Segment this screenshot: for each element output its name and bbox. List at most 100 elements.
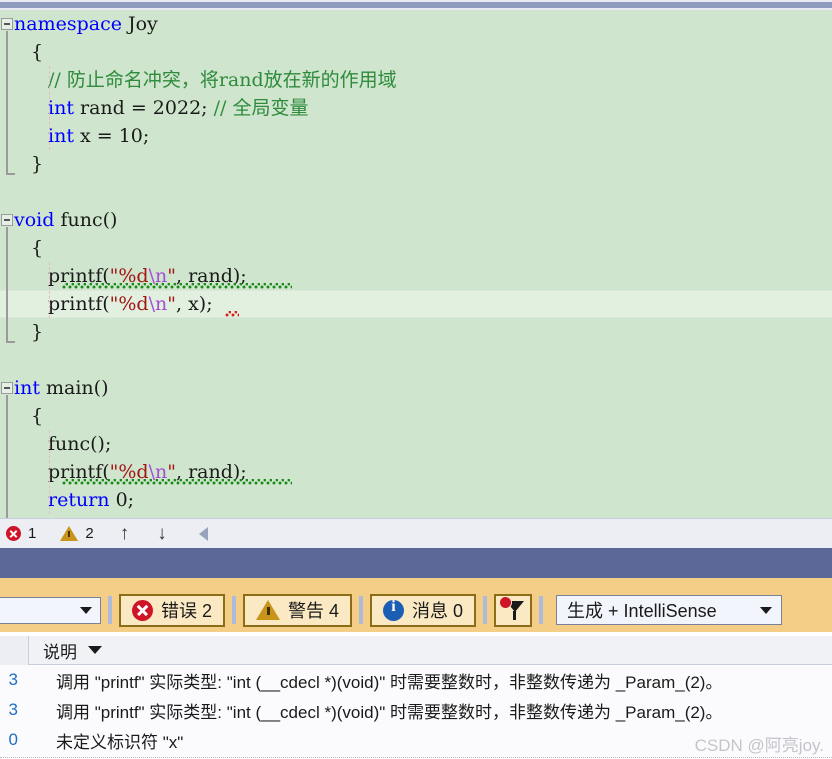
code-token: \n [148, 293, 168, 315]
column-header-description-label: 说明 [43, 642, 77, 662]
error-squiggle [225, 311, 239, 317]
code-line-text: } [31, 153, 43, 175]
row-description: 未定义标识符 "x" [56, 732, 184, 752]
row-error-code: 3 [8, 670, 18, 689]
row-error-code: 3 [8, 700, 18, 719]
code-token: Joy [128, 13, 158, 35]
code-token: rand = 2022; [73, 97, 214, 119]
code-line[interactable]: void func() [0, 206, 397, 234]
fold-collapse-icon[interactable] [1, 382, 13, 394]
bottom-divider [0, 757, 832, 758]
code-editor[interactable]: namespace Joy{// 防止命名冲突，将rand放在新的作用域 int … [0, 10, 832, 518]
code-line-text: { [31, 405, 43, 427]
code-line-text: int x = 10; [48, 125, 149, 147]
table-row[interactable]: 3 调用 "printf" 实际类型: "int (__cdecl *)(void… [0, 665, 832, 695]
code-line[interactable]: } [0, 150, 397, 178]
code-token: } [31, 321, 44, 343]
code-line-text: // 防止命名冲突，将rand放在新的作用域 [48, 69, 397, 91]
code-token: { [31, 405, 44, 427]
warnings-filter-label: 警告 4 [288, 601, 340, 621]
code-line[interactable] [0, 178, 397, 206]
fold-collapse-icon[interactable] [1, 214, 13, 226]
code-line-text: int rand = 2022; // 全局变量 [48, 97, 308, 119]
errors-filter-label: 错误 2 [161, 601, 213, 621]
block-structure-guide [6, 227, 15, 343]
code-token: func(); [48, 433, 112, 455]
block-structure-guide [6, 31, 15, 175]
source-code[interactable]: namespace Joy{// 防止命名冲突，将rand放在新的作用域 int … [0, 10, 397, 518]
code-line[interactable]: { [0, 234, 397, 262]
code-line[interactable]: namespace Joy [0, 10, 397, 38]
toolbar-separator [483, 596, 488, 624]
funnel-stem-icon [513, 610, 517, 620]
messages-filter-label: 消息 0 [412, 601, 464, 621]
column-header-description[interactable]: 说明 [29, 638, 102, 663]
chevron-left-icon[interactable] [198, 526, 208, 541]
error-list-toolbar: 错误 2 警告 4 消息 0 生成 + IntelliSense [0, 588, 832, 632]
code-line[interactable]: printf("%d\n", x); [0, 290, 397, 318]
code-token: "%d [109, 293, 149, 315]
toolbar-separator [108, 596, 112, 624]
chevron-down-icon[interactable] [88, 646, 102, 654]
code-line-text: return 0; [48, 489, 134, 511]
chevron-down-icon[interactable] [80, 606, 92, 614]
warning-icon [256, 600, 281, 620]
errors-filter-button[interactable]: 错误 2 [119, 593, 226, 627]
toolbar-separator [539, 596, 544, 624]
filter-badge-icon [499, 595, 513, 609]
code-line[interactable]: int x = 10; [0, 122, 397, 150]
code-line[interactable]: { [0, 402, 397, 430]
code-line-text: printf("%d\n", x); [48, 293, 213, 315]
code-token: , x); [176, 293, 213, 315]
code-token: main() [39, 377, 109, 399]
scrollbar-thumb[interactable] [0, 2, 832, 8]
next-issue-button[interactable]: ↓ [143, 523, 181, 545]
code-line[interactable]: return 0; [0, 486, 397, 514]
error-table-header: 说明 [0, 635, 832, 665]
table-row[interactable]: 3 调用 "printf" 实际类型: "int (__cdecl *)(void… [0, 695, 832, 725]
editor-status-bar: 1 2 ↑ ↓ [0, 518, 832, 548]
code-line[interactable]: // 防止命名冲突，将rand放在新的作用域 [0, 66, 397, 94]
code-token: // 防止命名冲突，将rand放在新的作用域 [48, 69, 397, 91]
code-token: void [14, 209, 55, 231]
panel-divider-blue [0, 548, 832, 578]
filter-button[interactable] [494, 593, 533, 627]
indent-guide [49, 430, 50, 514]
warnings-filter-button[interactable]: 警告 4 [243, 593, 353, 627]
code-token: int [48, 125, 74, 147]
code-line[interactable]: { [0, 38, 397, 66]
row-description: 调用 "printf" 实际类型: "int (__cdecl *)(void)… [56, 702, 723, 722]
toolbar-separator [359, 596, 364, 624]
code-line[interactable]: int main() [0, 374, 397, 402]
fold-collapse-icon[interactable] [1, 18, 13, 30]
code-line-text: } [31, 321, 43, 343]
code-token: func() [54, 209, 118, 231]
code-line-text: int main() [14, 377, 108, 399]
code-token: return [48, 489, 110, 511]
watermark: CSDN @阿亮joy. [694, 736, 824, 755]
previous-issue-button[interactable]: ↑ [106, 523, 144, 545]
code-line[interactable]: } [0, 318, 397, 346]
error-icon [132, 599, 153, 621]
chevron-down-icon[interactable] [760, 606, 773, 614]
code-line[interactable]: func(); [0, 430, 397, 458]
code-line-text: { [31, 41, 43, 63]
code-line-text: func(); [48, 433, 111, 455]
editor-horizontal-scrollbar[interactable] [0, 0, 832, 10]
search-input[interactable] [0, 596, 101, 624]
code-token: int [48, 97, 74, 119]
status-warning-number: 2 [85, 525, 94, 542]
info-icon [383, 598, 405, 621]
code-line[interactable] [0, 346, 397, 374]
messages-filter-button[interactable]: 消息 0 [370, 593, 477, 627]
code-token: printf( [48, 293, 110, 315]
row-error-code: 0 [8, 730, 18, 749]
scope-dropdown[interactable]: 生成 + IntelliSense [556, 595, 783, 625]
code-line[interactable]: int rand = 2022; // 全局变量 [0, 94, 397, 122]
code-token: int [14, 377, 40, 399]
block-structure-guide [6, 395, 8, 518]
status-warning-count[interactable]: 2 [48, 525, 105, 542]
indent-guide [49, 66, 50, 150]
code-token: // 全局变量 [213, 97, 309, 119]
status-error-count[interactable]: 1 [0, 525, 48, 542]
